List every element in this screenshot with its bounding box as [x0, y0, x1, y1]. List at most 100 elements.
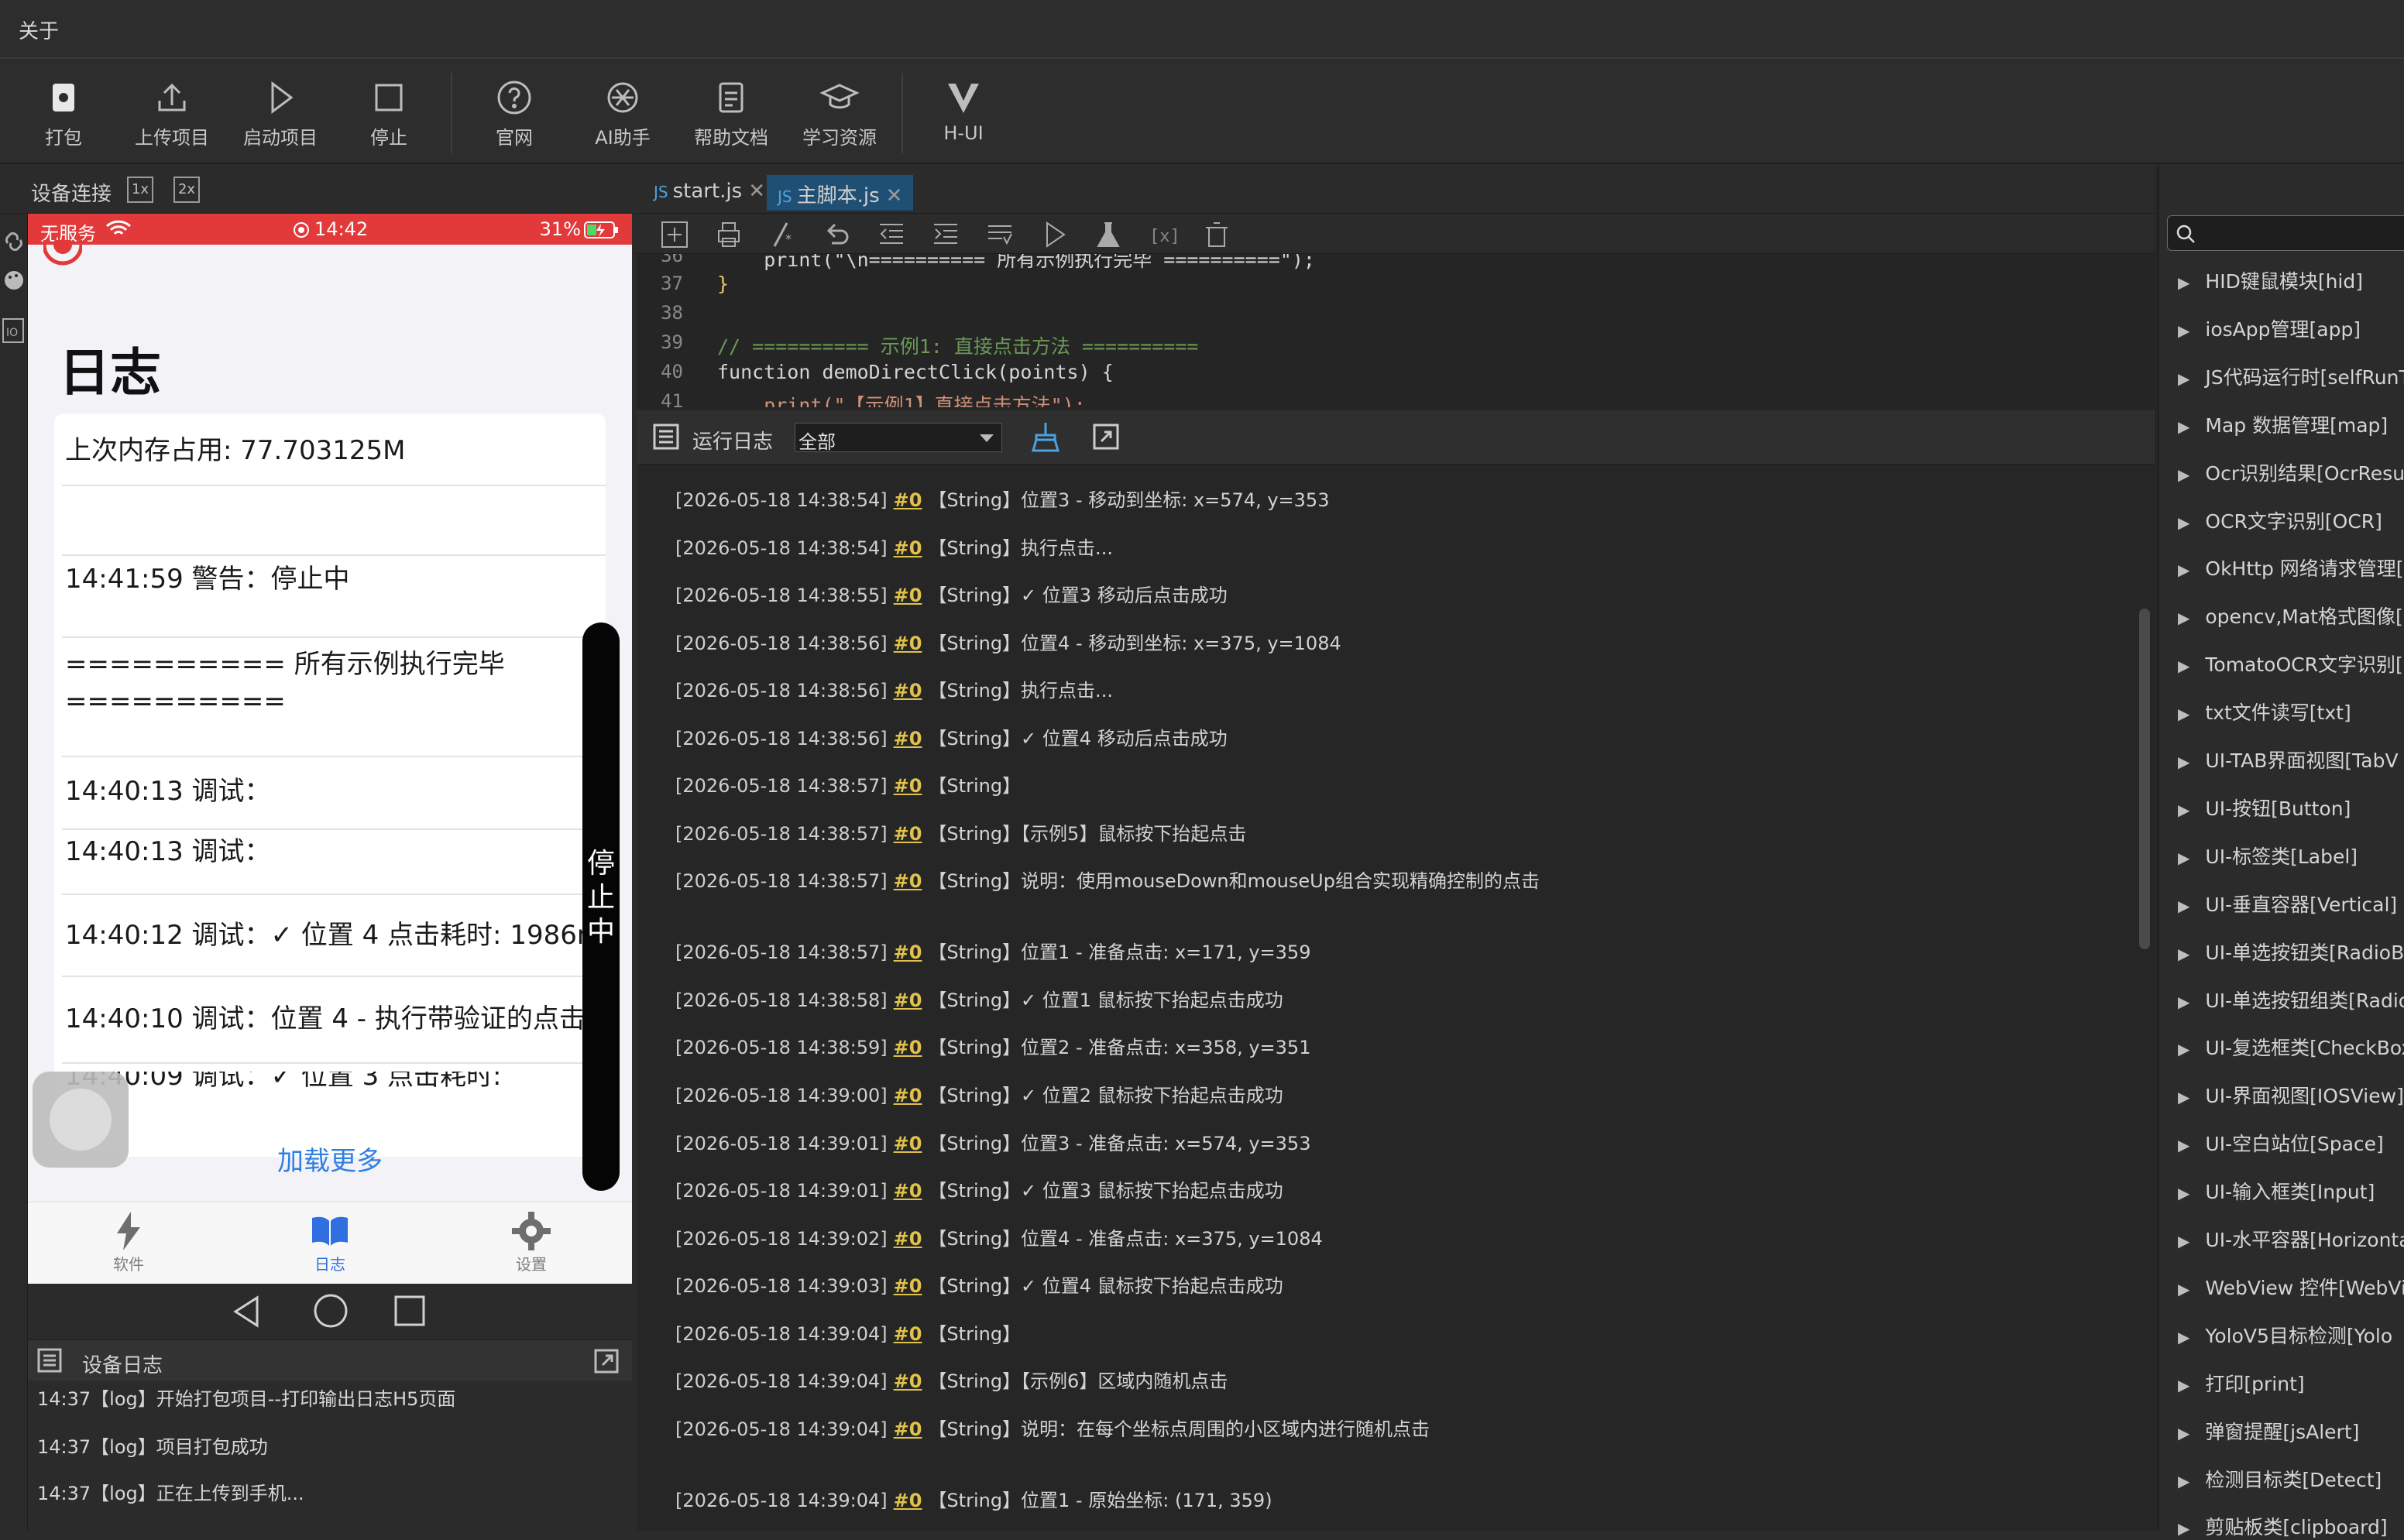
stop-button[interactable]: 停止 [342, 77, 435, 149]
expand-arrow-icon[interactable]: ▶ [2178, 417, 2189, 436]
module-item[interactable]: ▶ UI-输入框类[Input] [2178, 1177, 2375, 1205]
undo-icon[interactable] [823, 220, 852, 249]
thread-tag-link[interactable]: #0 [894, 1370, 922, 1392]
start-project-button[interactable]: 启动项目 [234, 77, 327, 149]
module-item[interactable]: ▶ opencv,Mat格式图像[ [2178, 602, 2403, 629]
module-search-input[interactable] [2167, 215, 2404, 251]
learning-resources-button[interactable]: 学习资源 [793, 77, 886, 149]
module-item[interactable]: ▶ UI-标签类[Label] [2178, 842, 2358, 869]
module-item[interactable]: ▶ Ocr识别结果[OcrResul [2178, 458, 2404, 486]
expand-arrow-icon[interactable]: ▶ [2178, 369, 2189, 388]
print-icon[interactable] [714, 220, 744, 249]
thread-tag-link[interactable]: #0 [894, 1037, 922, 1058]
export-log-icon[interactable] [1092, 423, 1120, 451]
expand-arrow-icon[interactable]: ▶ [2178, 1472, 2189, 1490]
close-icon[interactable]: ✕ [748, 180, 765, 203]
expand-arrow-icon[interactable]: ▶ [2178, 897, 2189, 915]
tab-main-script-js[interactable]: JS 主脚本.js ✕ [767, 175, 914, 211]
official-site-button[interactable]: 官网 [468, 77, 561, 149]
device-screen[interactable]: 无服务 14:42 31% 日志 上次内存占用: 77.703125M 14:4… [28, 214, 632, 1284]
variable-icon[interactable]: [x] [1148, 220, 1177, 249]
module-item[interactable]: ▶ UI-空白站位[Space] [2178, 1129, 2384, 1157]
add-icon[interactable] [660, 220, 689, 249]
h-ui-button[interactable]: H-UI [917, 77, 1010, 144]
upload-project-button[interactable]: 上传项目 [125, 77, 218, 149]
package-button[interactable]: 打包 [17, 77, 110, 149]
module-item[interactable]: ▶ txt文件读写[txt] [2178, 698, 2351, 725]
zoom-1x-button[interactable]: 1x [127, 177, 153, 203]
script-icon[interactable]: IO [2, 317, 25, 344]
thread-tag-link[interactable]: #0 [894, 990, 922, 1011]
outdent-icon[interactable] [877, 220, 906, 249]
module-item[interactable]: ▶ 剪贴板类[clipboard] [2178, 1512, 2388, 1540]
thread-tag-link[interactable]: #0 [894, 585, 922, 606]
thread-tag-link[interactable]: #0 [894, 537, 922, 559]
thread-tag-link[interactable]: #0 [894, 775, 922, 797]
tab-start-js[interactable]: JS start.js ✕ [643, 175, 776, 211]
expand-arrow-icon[interactable]: ▶ [2178, 1088, 2189, 1106]
module-item[interactable]: ▶ UI-水平容器[Horizonta [2178, 1225, 2404, 1253]
expand-arrow-icon[interactable]: ▶ [2178, 1376, 2189, 1394]
run-log-output[interactable]: [2026-05-18 14:38:54] #0 【String】位置3 - 移动到… [637, 465, 2155, 1531]
module-item[interactable]: ▶ JS代码运行时[selfRunT [2178, 362, 2404, 390]
thread-tag-link[interactable]: #0 [894, 823, 922, 845]
palette-icon[interactable] [3, 269, 25, 291]
module-item[interactable]: ▶ Map 数据管理[map] [2178, 410, 2388, 438]
broom-clear-icon[interactable] [1030, 421, 1061, 452]
expand-arrow-icon[interactable]: ▶ [2178, 1280, 2189, 1298]
thread-tag-link[interactable]: #0 [894, 870, 922, 892]
expand-arrow-icon[interactable]: ▶ [2178, 705, 2189, 723]
module-item[interactable]: ▶ YoloV5目标检测[Yolo [2178, 1321, 2392, 1349]
export-icon[interactable] [593, 1348, 620, 1374]
trash-icon[interactable] [1202, 220, 1231, 249]
module-item[interactable]: ▶ OCR文字识别[OCR] [2178, 506, 2382, 534]
expand-arrow-icon[interactable]: ▶ [2178, 1424, 2189, 1442]
expand-arrow-icon[interactable]: ▶ [2178, 465, 2189, 484]
module-item[interactable]: ▶ 检测目标类[Detect] [2178, 1465, 2382, 1493]
module-item[interactable]: ▶ HID键鼠模块[hid] [2178, 266, 2363, 294]
module-item[interactable]: ▶ WebView 控件[WebVi [2178, 1273, 2404, 1301]
module-item[interactable]: ▶ UI-界面视图[IOSView] [2178, 1081, 2404, 1109]
comment-icon[interactable]: * [768, 220, 798, 249]
thread-tag-link[interactable]: #0 [894, 1490, 922, 1511]
thread-tag-link[interactable]: #0 [894, 1275, 922, 1297]
thread-tag-link[interactable]: #0 [894, 941, 922, 963]
expand-arrow-icon[interactable]: ▶ [2178, 273, 2189, 292]
close-icon[interactable]: ✕ [886, 184, 903, 208]
module-item[interactable]: ▶ OkHttp 网络请求管理[ [2178, 554, 2404, 581]
back-nav-icon[interactable] [231, 1295, 262, 1329]
thread-tag-link[interactable]: #0 [894, 680, 922, 701]
load-more-link[interactable]: 加载更多 [28, 1140, 632, 1178]
run-log-scrollbar[interactable] [2139, 609, 2150, 949]
module-item[interactable]: ▶ 弹窗提醒[jsAlert] [2178, 1417, 2359, 1445]
indent-icon[interactable] [931, 220, 960, 249]
tab-settings[interactable]: 设置 [469, 1210, 593, 1274]
module-item[interactable]: ▶ UI-按钮[Button] [2178, 794, 2351, 821]
run-icon[interactable] [1039, 220, 1069, 249]
code-editor[interactable]: 36 print("\n========== 所有示例执行完毕 ========… [637, 254, 2155, 407]
expand-arrow-icon[interactable]: ▶ [2178, 945, 2189, 963]
expand-arrow-icon[interactable]: ▶ [2178, 321, 2189, 340]
expand-arrow-icon[interactable]: ▶ [2178, 849, 2189, 867]
expand-arrow-icon[interactable]: ▶ [2178, 1136, 2189, 1154]
thread-tag-link[interactable]: #0 [894, 1180, 922, 1202]
expand-arrow-icon[interactable]: ▶ [2178, 993, 2189, 1011]
tab-log[interactable]: 日志 [268, 1210, 392, 1274]
thread-tag-link[interactable]: #0 [894, 728, 922, 749]
flask-icon[interactable] [1094, 220, 1123, 249]
help-docs-button[interactable]: 帮助文档 [685, 77, 778, 149]
expand-arrow-icon[interactable]: ▶ [2178, 801, 2189, 819]
thread-tag-link[interactable]: #0 [894, 1418, 922, 1440]
expand-arrow-icon[interactable]: ▶ [2178, 1328, 2189, 1346]
menu-about[interactable]: 关于 [19, 15, 59, 44]
log-filter-select[interactable]: 全部 [795, 423, 1002, 453]
expand-arrow-icon[interactable]: ▶ [2178, 609, 2189, 627]
thread-tag-link[interactable]: #0 [894, 1085, 922, 1106]
expand-arrow-icon[interactable]: ▶ [2178, 753, 2189, 771]
thread-tag-link[interactable]: #0 [894, 489, 922, 511]
thread-tag-link[interactable]: #0 [894, 633, 922, 654]
module-item[interactable]: ▶ UI-复选框类[CheckBox [2178, 1033, 2404, 1061]
thread-tag-link[interactable]: #0 [894, 1228, 922, 1250]
expand-arrow-icon[interactable]: ▶ [2178, 657, 2189, 675]
tab-software[interactable]: 软件 [67, 1210, 191, 1274]
